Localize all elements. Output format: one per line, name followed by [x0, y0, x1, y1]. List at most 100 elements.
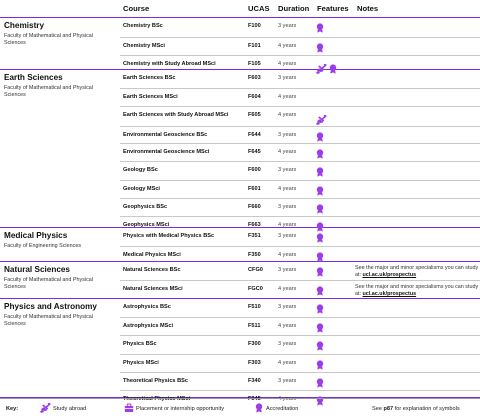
section-2: Medical Physics Faculty of Engineering Sc… [0, 228, 480, 262]
prospectus-link[interactable]: ucl.ac.uk/prospectus [363, 291, 417, 297]
header-features: Features [317, 4, 349, 13]
duration: 4 years [278, 61, 297, 67]
duration: 4 years [278, 252, 297, 258]
course-name: Medical Physics MSci [123, 252, 181, 258]
ucas-code: F105 [248, 61, 261, 67]
section-faculty: Faculty of Mathematical and Physical Sci… [4, 85, 93, 98]
course-name: Earth Sciences BSc [123, 75, 176, 81]
duration: 3 years [278, 167, 297, 173]
course-name: Natural Sciences MSci [123, 286, 183, 292]
accreditation-icon [316, 186, 324, 196]
section-title: Medical Physics [4, 231, 68, 240]
section-1: Earth Sciences Faculty of Mathematical an… [0, 70, 480, 232]
page-ref: p87 [383, 406, 394, 412]
table-row: Physics BSc F300 3 years [120, 335, 480, 354]
course-name: Environmental Geoscience MSci [123, 149, 210, 155]
ucas-code: F644 [248, 132, 261, 138]
accreditation-icon [316, 167, 324, 177]
ucas-code: F660 [248, 204, 261, 210]
table-row: Medical Physics MSci F350 4 years [120, 246, 480, 262]
study-abroad-icon [316, 115, 327, 125]
section-title: Physics and Astronomy [4, 302, 97, 311]
accreditation-icon [316, 286, 324, 296]
features-cell [316, 75, 356, 85]
table-row: Natural Sciences MSci FGC0 4 years See the … [120, 280, 480, 297]
accreditation-icon [316, 252, 324, 262]
course-name: Theoretical Physics BSc [123, 378, 188, 384]
ucas-code: F604 [248, 94, 261, 100]
section-4: Physics and Astronomy Faculty of Mathemat… [0, 299, 480, 406]
duration: 3 years [278, 304, 297, 310]
accreditation-icon [316, 323, 324, 333]
key-see-note: See p87 for explanation of symbols [372, 406, 460, 412]
accreditation-icon [316, 43, 324, 53]
table-row: Earth Sciences MSci F604 4 years [120, 88, 480, 106]
table-row: Geophysics MSci F663 4 years [120, 216, 480, 232]
course-name: Geology BSc [123, 167, 158, 173]
table-row: Earth Sciences BSc F603 3 years [120, 70, 480, 88]
features-cell [316, 149, 356, 159]
features-cell [316, 323, 356, 333]
table-row: Chemistry with Study Abroad MSci F105 4 ye… [120, 55, 480, 74]
course-name: Earth Sciences MSci [123, 94, 178, 100]
features-cell [316, 360, 356, 370]
table-row: Theoretical Physics MSci F345 4 years [120, 390, 480, 406]
section-title: Earth Sciences [4, 73, 63, 82]
course-name: Astrophysics MSci [123, 323, 174, 329]
course-name: Earth Sciences with Study Abroad MSci [123, 112, 229, 118]
ucas-code: FGC0 [248, 286, 263, 292]
duration: 3 years [278, 23, 297, 29]
features-cell [316, 233, 356, 243]
key-label: Key: [6, 406, 19, 412]
ucas-code: F100 [248, 23, 261, 29]
accreditation-icon [316, 267, 324, 277]
course-name: Geophysics BSc [123, 204, 168, 210]
key-study-abroad-label: Study abroad [53, 406, 87, 412]
duration: 4 years [278, 286, 297, 292]
accreditation-icon [316, 233, 324, 243]
duration: 3 years [278, 378, 297, 384]
briefcase-icon [124, 403, 134, 415]
header-duration: Duration [278, 4, 310, 13]
accreditation-icon [316, 304, 324, 314]
accreditation-icon [316, 23, 324, 33]
ucas-code: F645 [248, 149, 261, 155]
table-row: Environmental Geoscience MSci F645 4 years [120, 143, 480, 161]
accreditation-icon [316, 378, 324, 388]
accreditation-icon [316, 341, 324, 351]
duration: 3 years [278, 233, 297, 239]
features-cell [316, 132, 356, 142]
ucas-code: F340 [248, 378, 261, 384]
section-faculty: Faculty of Engineering Sciences [4, 243, 82, 249]
table-row: Environmental Geoscience BSc F644 3 years [120, 126, 480, 143]
features-cell [316, 112, 356, 125]
table-row: Geology MSci F601 4 years [120, 180, 480, 198]
header-course: Course [123, 4, 150, 13]
course-name: Physics BSc [123, 341, 157, 347]
features-cell [316, 267, 356, 277]
features-cell [316, 23, 356, 33]
duration: 3 years [278, 267, 297, 273]
ucas-code: F510 [248, 304, 261, 310]
course-name: Chemistry BSc [123, 23, 163, 29]
study-abroad-icon [40, 402, 51, 415]
course-name: Natural Sciences BSc [123, 267, 181, 273]
features-cell [316, 304, 356, 314]
features-cell [316, 378, 356, 388]
table-row: Theoretical Physics BSc F340 3 years [120, 372, 480, 390]
key-accreditation-label: Accreditation [266, 406, 299, 412]
section-faculty: Faculty of Mathematical and Physical Sci… [4, 314, 93, 327]
section-3: Natural Sciences Faculty of Mathematical … [0, 262, 480, 299]
ucas-code: F600 [248, 167, 261, 173]
notes-cell: See the major and minor specialisms you … [355, 284, 479, 298]
course-name: Astrophysics BSc [123, 304, 171, 310]
features-cell [316, 286, 356, 296]
key-placement-label: Placement or internship opportunity [136, 406, 224, 412]
prospectus-link[interactable]: ucl.ac.uk/prospectus [363, 272, 417, 278]
header-ucas: UCAS [248, 4, 270, 13]
accreditation-icon [255, 403, 263, 415]
ucas-code: F101 [248, 43, 261, 49]
table-row: Earth Sciences with Study Abroad MSci F60… [120, 106, 480, 126]
course-name: Physics with Medical Physics BSc [123, 233, 215, 239]
table-row: Astrophysics BSc F510 3 years [120, 299, 480, 317]
